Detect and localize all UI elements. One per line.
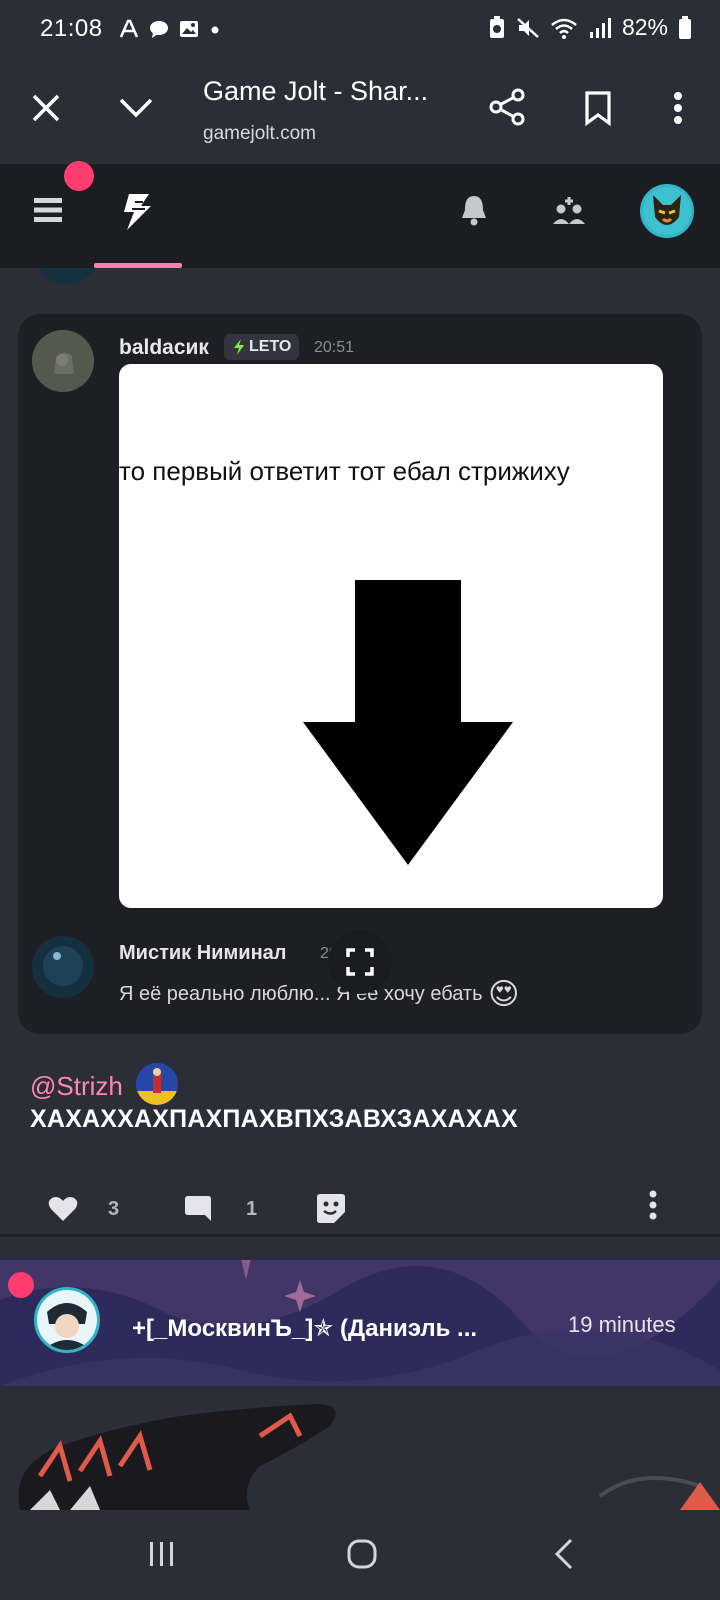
hamburger-icon <box>34 198 62 222</box>
status-time: 21:08 <box>40 15 103 42</box>
signal-icon <box>589 17 611 38</box>
heart-icon <box>48 1197 78 1221</box>
kebab-menu-icon <box>674 92 682 124</box>
image-caption-text: то первый ответит тот ебал стрижиху <box>119 456 570 486</box>
avatar-image <box>32 330 94 392</box>
bookmark-button[interactable] <box>576 86 620 130</box>
reply-username[interactable]: Мистик Ниминал <box>119 942 286 965</box>
more-options-button[interactable] <box>656 86 700 130</box>
post-body-text: ХАХАХХАХПАХПАХВПХЗАВХЗАХАХАХ <box>30 1105 518 1133</box>
chevron-down-icon <box>119 98 153 118</box>
fullscreen-icon <box>346 948 374 976</box>
bell-icon <box>462 196 486 226</box>
status-bar: 21:08 82% <box>0 0 720 58</box>
dot-icon <box>211 26 219 34</box>
leto-badge: LETO <box>224 334 300 360</box>
like-count: 3 <box>108 1197 120 1220</box>
battery-icon <box>679 15 691 39</box>
reply-user-avatar[interactable] <box>32 936 94 998</box>
sticker-button[interactable] <box>316 1192 346 1224</box>
like-button[interactable]: 3 <box>48 1196 119 1222</box>
font-icon <box>119 19 139 38</box>
sticker-icon <box>317 1194 345 1223</box>
comment-button[interactable]: 1 <box>184 1194 257 1224</box>
battery-percentage: 82% <box>621 14 668 40</box>
post-timestamp: 19 minutes <box>568 1312 676 1337</box>
mention-avatar <box>136 1063 179 1105</box>
author-notification-dot <box>8 1272 34 1298</box>
mention-link[interactable]: @Strizh <box>30 1063 179 1105</box>
site-nav <box>0 161 720 268</box>
close-icon <box>32 94 60 122</box>
reply-message: Я её реально люблю... Я её хочу ебать 😍 <box>119 977 519 1012</box>
battery-saver-icon <box>489 15 504 38</box>
gamejolt-home-button[interactable] <box>112 188 162 236</box>
recents-button[interactable] <box>138 1532 186 1576</box>
mute-icon <box>517 17 539 38</box>
kebab-menu-icon <box>649 1190 657 1220</box>
post-divider <box>0 1234 720 1237</box>
guitar-image <box>18 1404 720 1510</box>
friends-button[interactable] <box>545 188 593 232</box>
friends-icon <box>553 197 585 224</box>
minimize-button[interactable] <box>112 86 160 130</box>
back-button[interactable] <box>540 1532 588 1576</box>
system-nav-bar <box>0 1510 720 1600</box>
wifi-icon <box>551 18 577 39</box>
browser-bar: Game Jolt - Shar... gamejolt.com <box>0 58 720 164</box>
avatar-image <box>136 1063 179 1105</box>
bookmark-icon <box>585 91 611 126</box>
image-icon <box>180 21 198 37</box>
expand-button[interactable] <box>328 930 392 994</box>
avatar-image <box>643 187 691 235</box>
quoted-message-card[interactable]: baldacик LETO 20:51 то первый ответит то… <box>18 314 702 1034</box>
menu-notification-dot <box>64 161 94 191</box>
heart-eyes-emoji: 😍 <box>488 978 520 1011</box>
author-name[interactable]: +[_МосквинЪ_]✯ (Даниэль ... <box>132 1314 477 1343</box>
reply-message-text: Я её реально люблю... Я её хочу ебать <box>119 983 483 1005</box>
mention-text[interactable]: @Strizh <box>30 1071 123 1101</box>
badge-label: LETO <box>249 338 292 355</box>
home-button[interactable] <box>338 1532 386 1576</box>
share-icon <box>489 88 525 126</box>
quoted-user-avatar[interactable] <box>32 330 94 392</box>
share-button[interactable] <box>484 84 530 130</box>
quoted-username[interactable]: baldacик <box>119 336 209 360</box>
home-icon <box>347 1539 377 1569</box>
author-avatar[interactable] <box>34 1287 100 1353</box>
quoted-image[interactable]: то первый ответит тот ебал стрижиху <box>119 364 663 908</box>
next-post-header[interactable]: +[_МосквинЪ_]✯ (Даниэль ... 19 minutes <box>0 1260 720 1386</box>
avatar-image <box>37 1290 97 1350</box>
chat-bubble-icon <box>150 21 168 38</box>
next-post-media[interactable] <box>0 1386 720 1510</box>
gamejolt-logo-icon <box>124 194 151 230</box>
down-arrow-icon <box>303 580 513 865</box>
hamburger-menu-button[interactable] <box>26 188 70 232</box>
comment-icon <box>185 1196 211 1221</box>
page-url: gamejolt.com <box>203 123 316 144</box>
page-title: Game Jolt - Shar... <box>203 76 429 106</box>
back-icon <box>554 1538 573 1570</box>
quoted-timestamp: 20:51 <box>314 339 355 356</box>
notifications-button[interactable] <box>452 188 496 232</box>
feed: baldacик LETO 20:51 то первый ответит то… <box>0 268 720 1510</box>
previous-post-avatar <box>34 268 100 284</box>
avatar-image <box>32 936 94 998</box>
close-tab-button[interactable] <box>24 86 68 130</box>
recents-icon <box>150 1542 173 1566</box>
post-more-button[interactable] <box>648 1190 658 1220</box>
comment-count: 1 <box>246 1197 258 1220</box>
user-avatar-button[interactable] <box>640 184 694 238</box>
lightning-icon <box>234 339 244 355</box>
